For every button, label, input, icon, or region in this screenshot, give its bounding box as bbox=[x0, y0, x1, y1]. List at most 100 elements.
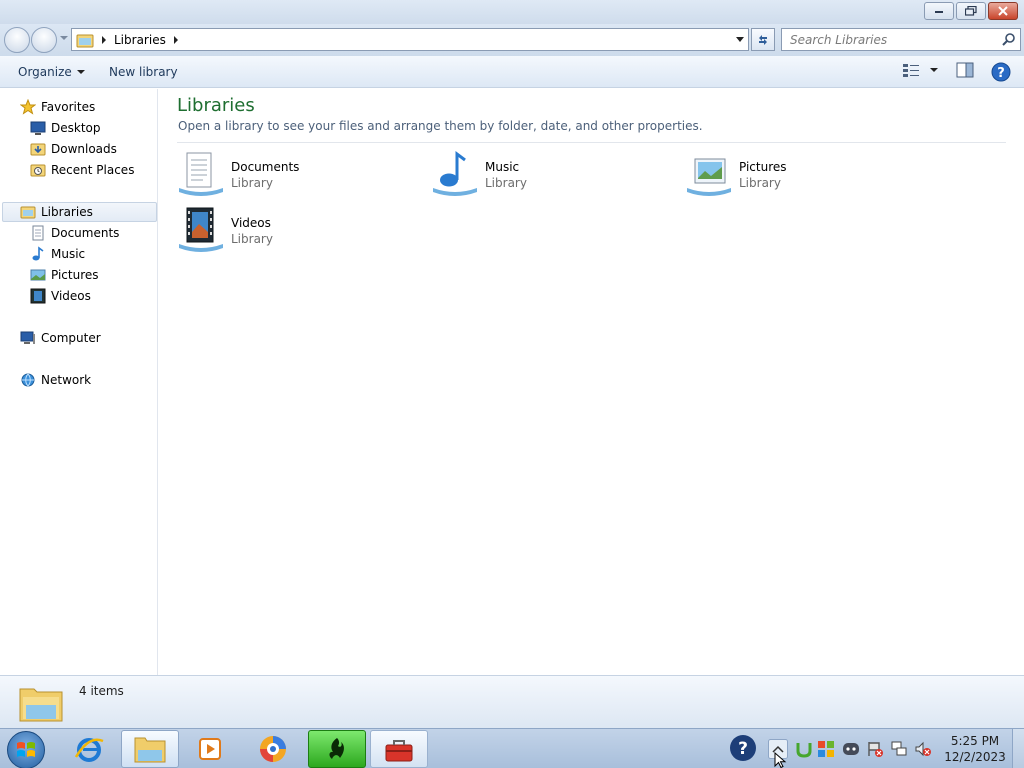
tray-app-grid[interactable] bbox=[817, 740, 835, 758]
tray-network[interactable] bbox=[890, 740, 908, 758]
volume-muted-icon bbox=[915, 741, 931, 757]
internet-explorer-icon bbox=[74, 738, 104, 762]
libraries-icon bbox=[76, 34, 94, 47]
sidebar-item-recent-places[interactable]: Recent Places bbox=[30, 160, 134, 180]
windows-logo-icon bbox=[17, 742, 35, 757]
sidebar-item-pictures[interactable]: Pictures bbox=[30, 265, 99, 285]
close-icon bbox=[998, 6, 1008, 16]
search-icon[interactable] bbox=[1002, 32, 1016, 46]
sidebar-item-label: Libraries bbox=[41, 205, 93, 219]
discord-icon bbox=[843, 743, 859, 755]
taskbar-internet-explorer[interactable] bbox=[60, 730, 118, 768]
taskbar: ? 5:25 PM 12/2/2023 bbox=[0, 728, 1024, 768]
sidebar-item-favorites[interactable]: Favorites bbox=[20, 97, 95, 117]
tray-action-center[interactable] bbox=[866, 740, 884, 758]
view-options-button[interactable] bbox=[902, 62, 938, 78]
help-tray-icon: ? bbox=[730, 735, 756, 761]
tray-discord[interactable] bbox=[842, 741, 860, 757]
breadcrumb-chevron-icon[interactable] bbox=[102, 35, 106, 44]
search-input[interactable]: Search Libraries bbox=[790, 33, 887, 47]
new-library-button[interactable]: New library bbox=[109, 65, 178, 79]
library-type: Library bbox=[231, 176, 273, 190]
refresh-button[interactable] bbox=[751, 28, 775, 51]
breadcrumb-chevron-icon[interactable] bbox=[173, 35, 178, 44]
taskbar-windows-explorer[interactable] bbox=[121, 730, 179, 768]
view-options-icon bbox=[903, 64, 919, 77]
library-type: Library bbox=[739, 176, 781, 190]
music-library-icon bbox=[433, 151, 477, 196]
sidebar-item-network[interactable]: Network bbox=[20, 370, 91, 390]
library-name: Music bbox=[485, 160, 520, 174]
close-button[interactable] bbox=[988, 2, 1018, 20]
colorful-app-icon bbox=[818, 741, 834, 757]
caption-buttons bbox=[924, 2, 1018, 20]
organize-button[interactable]: Organize bbox=[18, 65, 85, 79]
minimize-icon bbox=[935, 11, 943, 13]
sidebar-item-documents[interactable]: Documents bbox=[30, 223, 119, 243]
videos-icon bbox=[30, 288, 46, 304]
navigation-pane: Favorites Desktop Downloads Recent Place… bbox=[0, 89, 158, 675]
sidebar-item-label: Videos bbox=[51, 289, 91, 303]
network-status-icon bbox=[891, 741, 907, 756]
sidebar-item-label: Pictures bbox=[51, 268, 99, 282]
pictures-library-icon bbox=[687, 158, 731, 196]
sidebar-item-downloads[interactable]: Downloads bbox=[30, 139, 117, 159]
sidebar-item-label: Desktop bbox=[51, 121, 101, 135]
taskbar-toolbox-app[interactable] bbox=[370, 730, 428, 768]
network-icon bbox=[21, 373, 35, 387]
sidebar-item-libraries[interactable]: Libraries bbox=[2, 202, 157, 222]
music-note-icon bbox=[32, 246, 44, 261]
sidebar-item-label: Documents bbox=[51, 226, 120, 240]
clock-time: 5:25 PM bbox=[950, 734, 1000, 748]
action-center-flag-icon bbox=[868, 742, 883, 757]
libraries-icon bbox=[20, 206, 36, 219]
minimize-button[interactable] bbox=[924, 2, 954, 20]
recent-pages-dropdown[interactable] bbox=[60, 36, 68, 40]
sidebar-item-label: Downloads bbox=[51, 142, 117, 156]
help-button[interactable]: ? bbox=[991, 62, 1011, 82]
forward-button[interactable] bbox=[31, 27, 57, 53]
library-documents[interactable]: Documents Library bbox=[177, 150, 417, 202]
desktop-icon bbox=[30, 121, 46, 135]
command-bar: Organize New library ? bbox=[0, 56, 1024, 88]
show-desktop-button[interactable] bbox=[1012, 729, 1024, 768]
taskbar-browser[interactable] bbox=[244, 730, 302, 768]
tray-help-icon-wrap[interactable]: ? bbox=[728, 733, 758, 763]
documents-library-icon bbox=[179, 152, 223, 196]
start-button[interactable] bbox=[7, 731, 45, 768]
sidebar-item-label: Favorites bbox=[41, 100, 96, 114]
chevron-down-icon bbox=[930, 68, 938, 72]
mouse-cursor-icon bbox=[774, 752, 787, 768]
address-dropdown-icon[interactable] bbox=[736, 37, 744, 42]
taskbar-media-player[interactable] bbox=[182, 730, 240, 768]
system-clock[interactable]: 5:25 PM 12/2/2023 bbox=[940, 733, 1010, 765]
svg-text:?: ? bbox=[738, 739, 748, 759]
windows-explorer-icon bbox=[134, 737, 166, 763]
sidebar-item-label: Recent Places bbox=[51, 163, 135, 177]
sidebar-item-videos[interactable]: Videos bbox=[30, 286, 91, 306]
toolbox-icon bbox=[385, 740, 413, 762]
sidebar-item-music[interactable]: Music bbox=[30, 244, 85, 264]
address-bar[interactable]: Libraries bbox=[71, 28, 749, 51]
refresh-icon bbox=[759, 34, 767, 45]
sidebar-item-computer[interactable]: Computer bbox=[20, 328, 101, 348]
navigation-bar: Libraries Search Libraries bbox=[0, 24, 1024, 56]
breadcrumb-libraries[interactable]: Libraries bbox=[114, 33, 166, 47]
pictures-icon bbox=[30, 269, 46, 281]
sidebar-item-desktop[interactable]: Desktop bbox=[30, 118, 101, 138]
header-divider bbox=[177, 142, 1006, 143]
library-videos[interactable]: Videos Library bbox=[177, 206, 417, 258]
library-pictures[interactable]: Pictures Library bbox=[685, 150, 925, 202]
library-name: Videos bbox=[231, 216, 271, 230]
library-type: Library bbox=[485, 176, 527, 190]
tray-volume[interactable] bbox=[914, 740, 932, 758]
taskbar-razer-app[interactable] bbox=[308, 730, 366, 768]
tray-utorrent[interactable] bbox=[795, 740, 813, 758]
restore-button[interactable] bbox=[956, 2, 986, 20]
search-box[interactable]: Search Libraries bbox=[781, 28, 1021, 51]
preview-pane-button[interactable] bbox=[956, 62, 974, 78]
library-music[interactable]: Music Library bbox=[431, 150, 671, 202]
back-button[interactable] bbox=[4, 27, 30, 53]
library-name: Pictures bbox=[739, 160, 787, 174]
videos-library-icon bbox=[179, 207, 223, 252]
